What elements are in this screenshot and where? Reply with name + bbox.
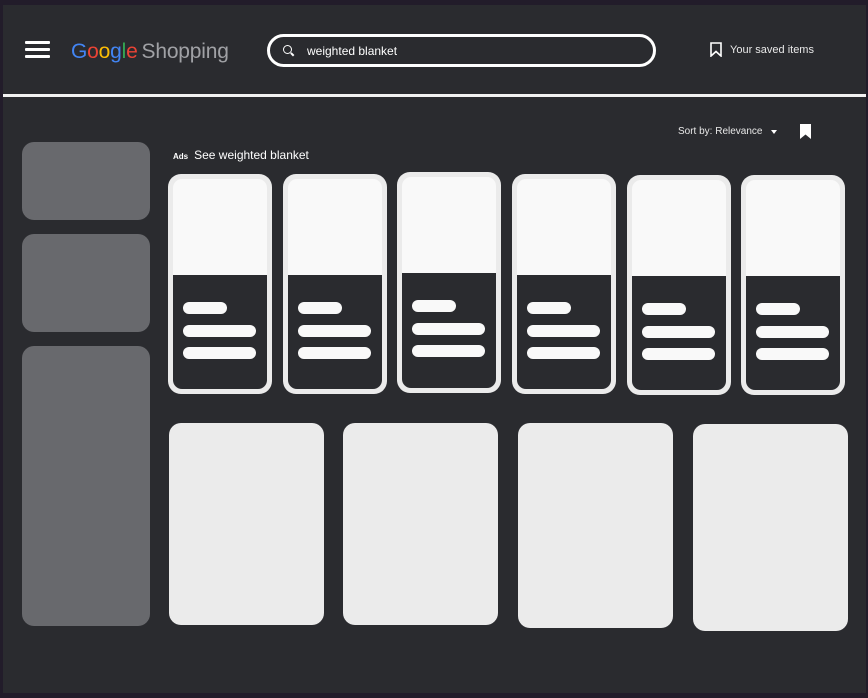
- sidebar-block[interactable]: [22, 234, 150, 332]
- product-store-placeholder: [183, 347, 256, 359]
- result-card[interactable]: [343, 423, 498, 625]
- product-store-placeholder: [642, 348, 715, 360]
- product-title-placeholder: [298, 302, 342, 314]
- product-image-placeholder: [173, 179, 267, 275]
- product-image-placeholder: [632, 180, 726, 276]
- product-card-inner: [746, 180, 840, 390]
- product-card[interactable]: [512, 174, 616, 394]
- product-image-placeholder: [746, 180, 840, 276]
- ads-tag: Ads: [173, 152, 189, 161]
- product-info: [632, 276, 726, 390]
- result-card[interactable]: [518, 423, 673, 628]
- result-card[interactable]: [693, 424, 848, 631]
- product-image-placeholder: [402, 177, 496, 273]
- logo-letter: o: [87, 40, 99, 63]
- product-store-placeholder: [527, 347, 600, 359]
- search-icon[interactable]: [283, 44, 295, 57]
- product-price-placeholder: [527, 325, 600, 337]
- product-store-placeholder: [298, 347, 371, 359]
- logo-letter: g: [110, 40, 122, 63]
- logo-letter: o: [98, 40, 111, 63]
- product-title-placeholder: [412, 300, 456, 312]
- product-card-inner: [173, 179, 267, 389]
- hamburger-menu-icon[interactable]: [25, 40, 50, 61]
- bookmark-filled-icon[interactable]: [800, 124, 811, 139]
- product-title-placeholder: [183, 302, 227, 314]
- sort-label: Sort by: Relevance: [678, 126, 763, 137]
- product-info: [517, 275, 611, 389]
- menu-line: [25, 55, 50, 58]
- product-title-placeholder: [527, 302, 571, 314]
- page-frame: G o o g l e Shopping Your saved items So…: [3, 5, 866, 693]
- search-input[interactable]: [307, 43, 627, 58]
- product-card[interactable]: [283, 174, 387, 394]
- ads-header: Ads See weighted blanket: [173, 148, 309, 162]
- product-card-inner: [517, 179, 611, 389]
- caret-down-icon: [770, 129, 777, 134]
- menu-line: [25, 48, 50, 51]
- search-bar[interactable]: [267, 34, 656, 67]
- product-card[interactable]: [741, 175, 845, 395]
- product-title-placeholder: [756, 303, 800, 315]
- product-info: [746, 276, 840, 390]
- product-card-inner: [402, 177, 496, 388]
- product-store-placeholder: [412, 345, 485, 357]
- product-card-inner: [632, 180, 726, 390]
- header-divider: [3, 94, 866, 97]
- product-price-placeholder: [183, 325, 256, 337]
- product-price-placeholder: [756, 326, 829, 338]
- sidebar-block[interactable]: [22, 142, 150, 220]
- logo-letter: e: [126, 40, 138, 63]
- sidebar-block[interactable]: [22, 346, 150, 626]
- product-card[interactable]: [627, 175, 731, 395]
- product-image-placeholder: [517, 179, 611, 275]
- product-card[interactable]: [397, 172, 501, 393]
- product-info: [402, 273, 496, 388]
- saved-items-link[interactable]: Your saved items: [710, 42, 814, 57]
- logo-product-name: Shopping: [141, 40, 229, 63]
- sort-dropdown[interactable]: Sort by: Relevance: [678, 126, 777, 137]
- bookmark-outline-icon: [710, 42, 722, 57]
- product-price-placeholder: [412, 323, 485, 335]
- product-title-placeholder: [642, 303, 686, 315]
- result-card[interactable]: [169, 423, 324, 625]
- ads-title[interactable]: See weighted blanket: [194, 148, 309, 162]
- product-price-placeholder: [298, 325, 371, 337]
- saved-items-label: Your saved items: [730, 43, 814, 56]
- product-info: [173, 275, 267, 389]
- product-info: [288, 275, 382, 389]
- product-image-placeholder: [288, 179, 382, 275]
- product-store-placeholder: [756, 348, 829, 360]
- product-card-inner: [288, 179, 382, 389]
- logo-letter: G: [71, 40, 88, 63]
- menu-line: [25, 41, 50, 44]
- product-card[interactable]: [168, 174, 272, 394]
- google-shopping-logo[interactable]: G o o g l e Shopping: [71, 38, 229, 66]
- product-price-placeholder: [642, 326, 715, 338]
